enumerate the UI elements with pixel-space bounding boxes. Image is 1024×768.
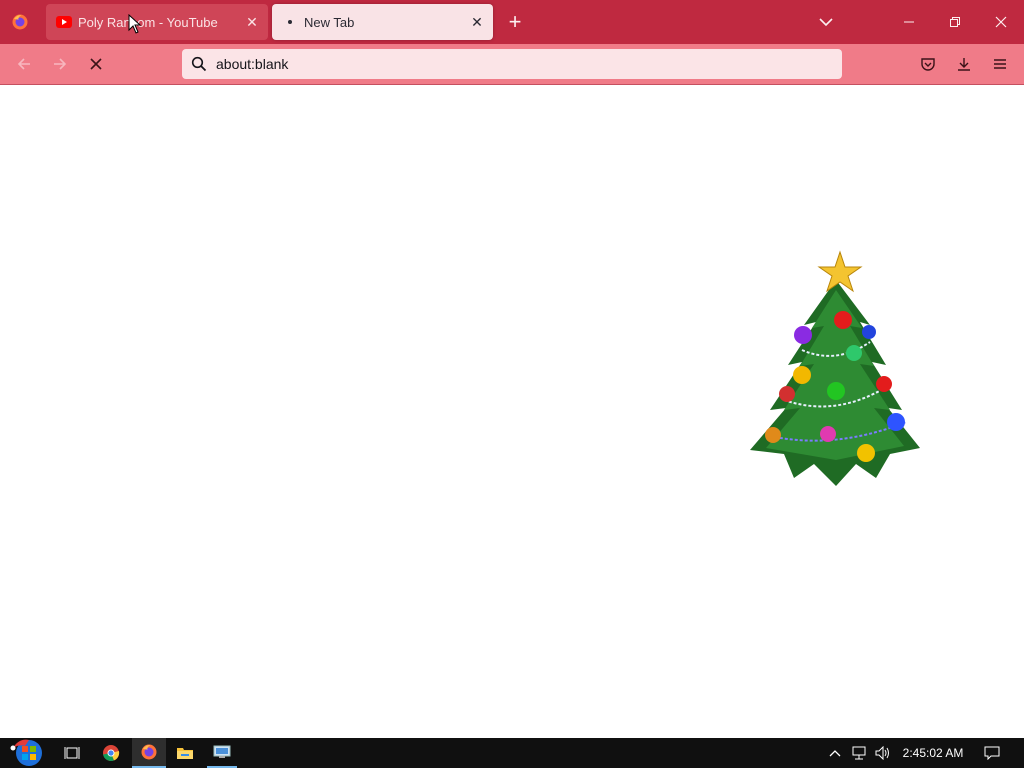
navigation-toolbar bbox=[0, 44, 1024, 85]
dot-icon bbox=[282, 14, 298, 30]
page-content bbox=[0, 86, 1024, 738]
volume-icon[interactable] bbox=[874, 738, 892, 768]
list-all-tabs-icon[interactable] bbox=[814, 10, 838, 34]
search-icon bbox=[190, 55, 208, 73]
christmas-tree-image bbox=[750, 250, 920, 486]
pocket-icon[interactable] bbox=[916, 52, 940, 76]
notifications-icon[interactable] bbox=[980, 738, 1004, 768]
remote-desktop-icon[interactable] bbox=[207, 738, 237, 768]
close-tab-icon[interactable]: ✕ bbox=[465, 10, 489, 34]
stop-loading-button[interactable] bbox=[84, 52, 108, 76]
downloads-icon[interactable] bbox=[952, 52, 976, 76]
close-window-button[interactable] bbox=[978, 0, 1024, 44]
taskbar-clock[interactable]: 2:45:02 AM bbox=[900, 738, 966, 768]
chrome-icon[interactable] bbox=[96, 738, 126, 768]
firefox-taskbar-icon[interactable] bbox=[132, 738, 166, 768]
network-icon[interactable] bbox=[850, 738, 868, 768]
restore-button[interactable] bbox=[932, 0, 978, 44]
windows-taskbar: 2:45:02 AM bbox=[0, 738, 1024, 768]
start-button[interactable] bbox=[6, 738, 46, 768]
tab-strip: Poly Ransom - YouTube ✕ New Tab ✕ + bbox=[0, 0, 1024, 44]
forward-button[interactable] bbox=[48, 52, 72, 76]
tab-youtube[interactable]: Poly Ransom - YouTube ✕ bbox=[46, 4, 268, 40]
tab-title: Poly Ransom - YouTube bbox=[78, 14, 218, 30]
back-button[interactable] bbox=[12, 52, 36, 76]
tab-new-tab[interactable]: New Tab ✕ bbox=[272, 4, 493, 40]
file-explorer-icon[interactable] bbox=[170, 738, 200, 768]
mouse-cursor-icon bbox=[128, 14, 142, 34]
address-bar[interactable] bbox=[182, 49, 842, 79]
minimize-button[interactable] bbox=[886, 0, 932, 44]
youtube-icon bbox=[56, 14, 72, 30]
task-view-icon[interactable] bbox=[58, 738, 86, 768]
close-tab-icon[interactable]: ✕ bbox=[240, 10, 264, 34]
tab-title: New Tab bbox=[304, 14, 355, 30]
firefox-menu-icon[interactable] bbox=[8, 10, 32, 34]
url-input[interactable] bbox=[216, 56, 816, 72]
hamburger-menu-icon[interactable] bbox=[988, 52, 1012, 76]
show-hidden-icons-icon[interactable] bbox=[826, 738, 844, 768]
new-tab-button[interactable]: + bbox=[503, 10, 527, 34]
